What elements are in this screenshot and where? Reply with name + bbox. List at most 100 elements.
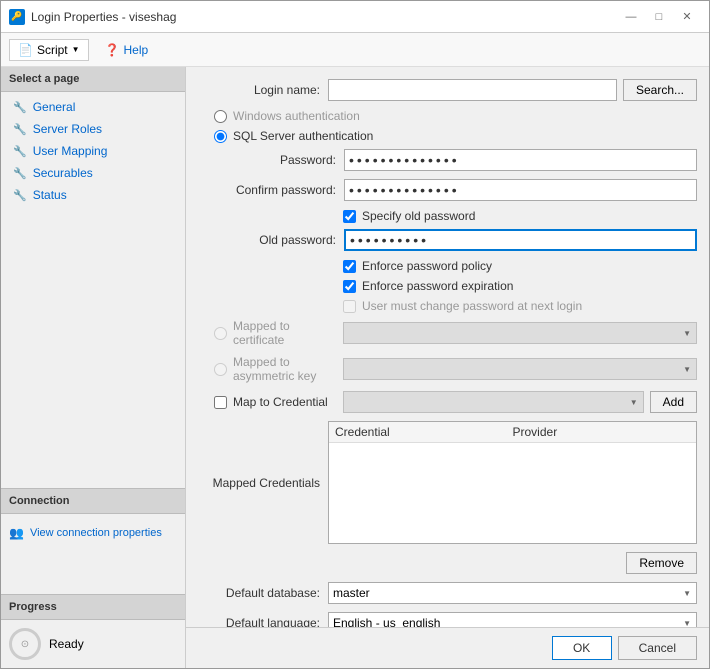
sidebar-item-general[interactable]: 🔧 General: [1, 96, 185, 118]
script-label: Script: [37, 43, 68, 57]
default-database-select[interactable]: master: [328, 582, 697, 604]
map-credential-select-wrapper: [343, 391, 644, 413]
mapped-certificate-row: Mapped to certificate: [198, 319, 697, 347]
dropdown-arrow-icon: ▼: [72, 45, 80, 54]
help-button[interactable]: ❓ Help: [97, 40, 157, 60]
general-label: General: [33, 100, 76, 114]
connection-area: 👥 View connection properties: [1, 514, 185, 594]
default-database-label: Default database:: [198, 586, 328, 600]
mapped-certificate-select-wrapper: [343, 322, 697, 344]
password-label: Password:: [214, 153, 344, 167]
user-mapping-label: User Mapping: [33, 144, 108, 158]
windows-auth-label: Windows authentication: [233, 109, 360, 123]
server-roles-label: Server Roles: [33, 122, 102, 136]
title-bar: 🔑 Login Properties - viseshag — □ ✕: [1, 1, 709, 33]
password-input[interactable]: [344, 149, 697, 171]
specify-old-password-label: Specify old password: [362, 209, 475, 223]
title-bar-left: 🔑 Login Properties - viseshag: [9, 9, 176, 25]
help-icon: ❓: [105, 43, 120, 57]
sidebar-item-server-roles[interactable]: 🔧 Server Roles: [1, 118, 185, 140]
mapped-certificate-radio[interactable]: [214, 327, 227, 340]
login-name-input[interactable]: [328, 79, 617, 101]
mapped-credentials-section: Mapped Credentials Credential Provider: [198, 421, 697, 544]
old-password-input[interactable]: [344, 229, 697, 251]
main-content: Select a page 🔧 General 🔧 Server Roles 🔧…: [1, 67, 709, 668]
login-name-row: Login name: Search...: [198, 79, 697, 101]
mapped-asymmetric-select[interactable]: [343, 358, 697, 380]
mapped-asymmetric-row: Mapped to asymmetric key: [198, 355, 697, 383]
mapped-asymmetric-radio[interactable]: [214, 363, 227, 376]
close-button[interactable]: ✕: [673, 7, 701, 27]
default-language-label: Default language:: [198, 616, 328, 627]
sidebar-item-user-mapping[interactable]: 🔧 User Mapping: [1, 140, 185, 162]
status-icon: 🔧: [13, 189, 27, 202]
title-bar-controls: — □ ✕: [617, 7, 701, 27]
add-button[interactable]: Add: [650, 391, 697, 413]
mapped-asymmetric-label: Mapped to asymmetric key: [233, 355, 343, 383]
default-language-row: Default language: English - us_english: [198, 612, 697, 627]
progress-area: ⊙ Ready: [1, 620, 185, 668]
default-database-select-wrapper: master: [328, 582, 697, 604]
map-credential-checkbox[interactable]: [214, 396, 227, 409]
login-name-label: Login name:: [198, 83, 328, 97]
progress-section-label: Progress: [1, 594, 185, 620]
view-connection-properties-link[interactable]: 👥 View connection properties: [9, 522, 177, 544]
maximize-button[interactable]: □: [645, 7, 673, 27]
default-language-select[interactable]: English - us_english: [328, 612, 697, 627]
sidebar-item-securables[interactable]: 🔧 Securables: [1, 162, 185, 184]
enforce-policy-row: Enforce password policy: [198, 259, 697, 273]
confirm-password-label: Confirm password:: [214, 183, 344, 197]
right-panel: Login name: Search... Windows authentica…: [186, 67, 709, 627]
toolbar: 📄 Script ▼ ❓ Help: [1, 33, 709, 67]
script-button[interactable]: 📄 Script ▼: [9, 39, 89, 61]
default-database-row: Default database: master: [198, 582, 697, 604]
user-mapping-icon: 🔧: [13, 145, 27, 158]
map-credential-select[interactable]: [343, 391, 644, 413]
must-change-password-checkbox[interactable]: [343, 300, 356, 313]
mapped-credentials-header-row: Mapped Credentials Credential Provider: [198, 421, 697, 544]
specify-old-password-checkbox[interactable]: [343, 210, 356, 223]
sql-auth-radio[interactable]: [214, 130, 227, 143]
minimize-button[interactable]: —: [617, 7, 645, 27]
mapped-asymmetric-select-wrapper: [343, 358, 697, 380]
old-password-label: Old password:: [214, 233, 344, 247]
search-button[interactable]: Search...: [623, 79, 697, 101]
must-change-password-row: User must change password at next login: [198, 299, 697, 313]
mapped-certificate-label: Mapped to certificate: [233, 319, 343, 347]
sql-auth-row: SQL Server authentication: [198, 129, 697, 143]
mapped-credentials-table: Credential Provider: [328, 421, 697, 544]
select-page-label: Select a page: [1, 67, 185, 92]
help-label: Help: [124, 43, 149, 57]
ok-button[interactable]: OK: [552, 636, 612, 660]
enforce-policy-checkbox[interactable]: [343, 260, 356, 273]
general-icon: 🔧: [13, 101, 27, 114]
bottom-buttons: OK Cancel: [186, 627, 709, 668]
sidebar-item-status[interactable]: 🔧 Status: [1, 184, 185, 206]
sidebar-items: 🔧 General 🔧 Server Roles 🔧 User Mapping …: [1, 92, 185, 488]
mapped-certificate-select[interactable]: [343, 322, 697, 344]
enforce-expiration-row: Enforce password expiration: [198, 279, 697, 293]
right-panel-container: Login name: Search... Windows authentica…: [186, 67, 709, 668]
script-icon: 📄: [18, 43, 33, 57]
password-row: Password:: [214, 149, 697, 171]
connection-link-text: View connection properties: [30, 527, 162, 539]
remove-btn-row: Remove: [198, 552, 697, 574]
cancel-button[interactable]: Cancel: [618, 636, 697, 660]
server-roles-icon: 🔧: [13, 123, 27, 136]
windows-auth-radio[interactable]: [214, 110, 227, 123]
window-title: Login Properties - viseshag: [31, 10, 176, 24]
progress-spinner: ⊙: [9, 628, 41, 660]
sql-auth-label: SQL Server authentication: [233, 129, 373, 143]
status-label: Status: [33, 188, 67, 202]
confirm-password-input[interactable]: [344, 179, 697, 201]
mc-table-body: [329, 443, 696, 543]
remove-button[interactable]: Remove: [626, 552, 697, 574]
window-icon: 🔑: [9, 9, 25, 25]
progress-status: Ready: [49, 637, 84, 651]
provider-col-header: Provider: [513, 425, 691, 439]
connection-icon: 👥: [9, 526, 24, 540]
enforce-expiration-checkbox[interactable]: [343, 280, 356, 293]
securables-label: Securables: [33, 166, 93, 180]
credential-col-header: Credential: [335, 425, 513, 439]
old-password-row: Old password:: [214, 229, 697, 251]
